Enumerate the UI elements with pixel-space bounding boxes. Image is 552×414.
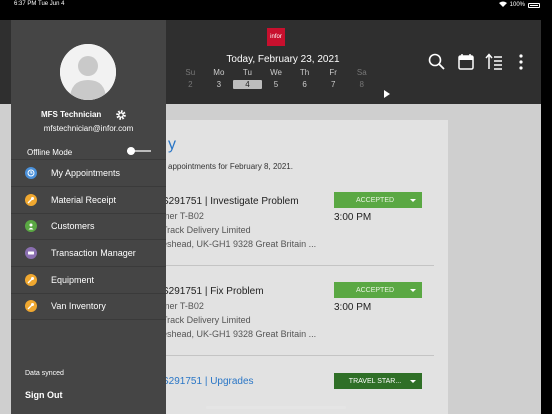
weekday-label: Tu — [242, 68, 252, 77]
avatar[interactable] — [60, 44, 116, 100]
menu-item-label: Customers — [51, 221, 95, 232]
week-strip: Su Mo Tu We Th Fr Sa 2 3 4 5 6 7 8 — [176, 68, 376, 89]
menu-item-label: Van Inventory — [51, 301, 106, 312]
day-number[interactable]: 3 — [205, 80, 234, 89]
appointment-customer: mer T-B02 — [162, 211, 204, 221]
day-number[interactable]: 5 — [262, 80, 291, 89]
menu-item-transaction-manager[interactable]: Transaction Manager — [11, 239, 166, 266]
user-name: MFS Technician — [41, 110, 102, 119]
infor-logo: infor — [267, 28, 285, 46]
menu-item-label: Material Receipt — [51, 194, 117, 205]
appointment-company: Track Delivery Limited — [162, 225, 251, 235]
menu-item-material-receipt[interactable]: Material Receipt — [11, 185, 166, 213]
menu-item-label: Transaction Manager — [51, 248, 136, 259]
status-label: ACCEPTED — [355, 286, 395, 294]
panel-subtitle: appointments for February 8, 2021. — [168, 162, 293, 171]
appointment-address: eshead, UK-GH1 9328 Great Britain ... — [162, 239, 317, 249]
search-icon[interactable] — [428, 53, 446, 71]
weekday-label: Fr — [329, 68, 337, 77]
home-indicator[interactable] — [206, 406, 346, 409]
wrench-icon — [25, 300, 37, 313]
appointments-panel: y appointments for February 8, 2021. S29… — [148, 120, 448, 414]
weekday-label: Su — [185, 68, 196, 77]
weekday-label: Th — [299, 68, 310, 77]
status-dropdown[interactable]: ACCEPTED — [334, 192, 422, 208]
offline-mode-toggle[interactable] — [127, 147, 151, 155]
divider — [162, 265, 434, 266]
user-avatar-icon — [60, 44, 116, 100]
appointment-address: eshead, UK-GH1 9328 Great Britain ... — [162, 329, 317, 339]
appointment-customer: mer T-B02 — [162, 301, 204, 311]
people-icon — [25, 220, 37, 233]
day-number[interactable]: 7 — [319, 80, 348, 89]
status-indicators: 100% — [498, 1, 540, 9]
header-date: Today, February 23, 2021 — [226, 54, 340, 65]
status-dropdown[interactable]: ACCEPTED — [334, 282, 422, 298]
status-label: ACCEPTED — [355, 196, 395, 204]
clock-icon — [25, 166, 37, 179]
calendar-icon[interactable] — [457, 53, 475, 71]
wrench-icon — [25, 274, 37, 287]
appointment-time: 3:00 PM — [334, 212, 372, 223]
status-date: Tue Jun 4 — [38, 1, 65, 7]
more-icon[interactable] — [512, 53, 530, 71]
status-bar: 6:37 PM Tue Jun 4 100% — [0, 0, 552, 10]
sync-status: Data synced — [25, 370, 64, 377]
appointment-company: Track Delivery Limited — [162, 315, 251, 325]
next-week-arrow-icon[interactable] — [384, 90, 390, 98]
drawer-menu: My Appointments Material Receipt Custome… — [11, 159, 166, 320]
weekday-label: Sa — [356, 68, 367, 77]
battery-percent: 100% — [509, 2, 525, 8]
status-dropdown[interactable]: TRAVEL STAR... — [334, 373, 422, 389]
offline-mode-label: Offline Mode — [27, 148, 73, 157]
day-number-selected[interactable]: 4 — [233, 80, 262, 89]
wrench-icon — [25, 193, 37, 206]
status-time: 6:37 PM — [14, 1, 37, 7]
weekday-label: Mo — [213, 68, 225, 77]
divider — [162, 355, 434, 356]
menu-item-equipment[interactable]: Equipment — [11, 266, 166, 293]
caret-down-icon — [410, 379, 416, 383]
day-number[interactable]: 2 — [176, 80, 205, 89]
status-label: TRAVEL STAR... — [348, 377, 402, 385]
sign-out-button[interactable]: Sign Out — [25, 390, 63, 400]
day-number[interactable]: 8 — [347, 80, 376, 89]
menu-item-customers[interactable]: Customers — [11, 212, 166, 240]
battery-icon — [528, 2, 540, 8]
gear-icon[interactable] — [115, 108, 127, 120]
transaction-icon — [25, 247, 37, 260]
day-number[interactable]: 6 — [290, 80, 319, 89]
panel-title: y — [168, 136, 176, 153]
wifi-icon — [498, 1, 507, 9]
menu-item-label: Equipment — [51, 275, 95, 286]
sort-icon[interactable] — [485, 53, 503, 71]
weekday-label: We — [270, 68, 282, 77]
menu-item-label: My Appointments — [51, 167, 121, 178]
appointment-time: 3:00 PM — [334, 302, 372, 313]
caret-down-icon — [410, 198, 416, 202]
navigation-drawer: MFS Technician mfstechnician@infor.com O… — [11, 20, 166, 414]
caret-down-icon — [410, 288, 416, 292]
menu-item-van-inventory[interactable]: Van Inventory — [11, 292, 166, 320]
menu-item-my-appointments[interactable]: My Appointments — [11, 159, 166, 186]
user-email: mfstechnician@infor.com — [43, 124, 134, 133]
